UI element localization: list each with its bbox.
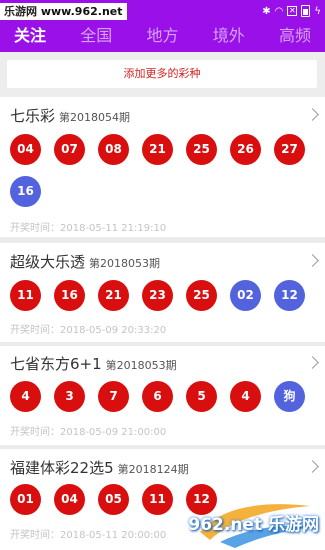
lottery-ball: 16 — [10, 176, 41, 207]
system-icons: ✱ ◠ ✕ ϟ — [262, 3, 321, 19]
lottery-ball: 01 — [10, 484, 41, 515]
lottery-card[interactable]: 超级大乐透 第2018053期 11 16 21 23 25 02 12 开奖时间：2018-… — [0, 243, 325, 342]
lottery-ball: 11 — [10, 280, 41, 311]
chevron-right-icon — [306, 254, 319, 267]
category-tab-bar: 关注 全国 地方 境外 高频 — [0, 22, 325, 52]
sim-icon: ✕ — [287, 6, 298, 16]
add-lottery-button[interactable]: 添加更多的彩种 — [7, 60, 317, 88]
draw-time: 开奖时间：2018-05-09 21:00:00 — [10, 427, 167, 438]
chevron-right-icon — [306, 108, 319, 121]
lottery-name: 七省东方6+1 第2018053期 — [10, 353, 177, 374]
wifi-icon: ◠ — [274, 5, 284, 17]
lottery-ball: 12 — [274, 280, 305, 311]
lottery-name: 七乐彩 第2018054期 — [10, 105, 130, 126]
site-logo-watermark: 962.net 乐游网 — [180, 492, 325, 550]
lottery-ball: 27 — [274, 134, 305, 165]
bluetooth-icon: ✱ — [262, 5, 271, 17]
draw-time: 开奖时间：2018-05-11 21:19:10 — [10, 223, 167, 234]
lottery-title: 七省东方6+1 — [10, 355, 102, 373]
tab-follow[interactable]: 关注 — [14, 22, 46, 52]
chevron-right-icon — [306, 460, 319, 473]
ball-row: 04 07 08 21 25 26 27 16 — [10, 134, 320, 207]
lottery-issue: 第2018053期 — [105, 359, 177, 372]
lottery-ball: 狗 — [274, 381, 305, 412]
lottery-ball: 25 — [186, 280, 217, 311]
lottery-ball: 05 — [98, 484, 129, 515]
tab-national[interactable]: 全国 — [80, 22, 112, 52]
lottery-name: 福建体彩22选5 第2018124期 — [10, 457, 189, 478]
lottery-issue: 第2018124期 — [117, 463, 189, 476]
draw-time: 开奖时间：2018-05-09 20:33:20 — [10, 325, 167, 336]
tab-overseas[interactable]: 境外 — [213, 22, 245, 52]
lottery-card[interactable]: 七乐彩 第2018054期 04 07 08 21 25 26 27 16 开奖时间：2018-… — [0, 97, 325, 237]
logo-text: 962.net 乐游网 — [188, 515, 319, 535]
add-lottery-section: 添加更多的彩种 — [0, 52, 325, 97]
lottery-ball: 21 — [142, 134, 173, 165]
lottery-ball: 21 — [98, 280, 129, 311]
ball-row: 11 16 21 23 25 02 12 — [10, 280, 320, 311]
lottery-name: 超级大乐透 第2018053期 — [10, 251, 160, 272]
lottery-ball: 6 — [142, 381, 173, 412]
ball-row: 437654狗 — [10, 381, 320, 412]
charging-icon: ϟ — [314, 5, 321, 17]
lottery-card[interactable]: 七省东方6+1 第2018053期 437654狗 开奖时间：2018-05-09… — [0, 346, 325, 445]
lottery-issue: 第2018054期 — [59, 111, 131, 124]
lottery-ball: 25 — [186, 134, 217, 165]
lottery-ball: 04 — [10, 134, 41, 165]
lottery-title: 福建体彩22选5 — [10, 459, 114, 477]
lottery-ball: 3 — [54, 381, 85, 412]
lottery-title: 超级大乐透 — [10, 253, 86, 271]
lottery-ball: 02 — [230, 280, 261, 311]
lottery-ball: 23 — [142, 280, 173, 311]
status-bar: 乐游网 www.962.net ✱ ◠ ✕ ϟ — [0, 0, 325, 22]
lottery-ball: 16 — [54, 280, 85, 311]
lottery-issue: 第2018053期 — [89, 257, 161, 270]
lottery-ball: 5 — [186, 381, 217, 412]
lottery-ball: 26 — [230, 134, 261, 165]
lottery-title: 七乐彩 — [10, 107, 56, 125]
lottery-ball: 08 — [98, 134, 129, 165]
lottery-ball: 04 — [54, 484, 85, 515]
site-watermark: 乐游网 www.962.net — [0, 3, 127, 20]
chevron-right-icon — [306, 356, 319, 369]
watermark-brand: 乐游网 — [4, 5, 37, 18]
watermark-site: www.962.net — [40, 5, 123, 18]
lottery-ball: 11 — [142, 484, 173, 515]
lottery-ball: 07 — [54, 134, 85, 165]
lottery-ball: 7 — [98, 381, 129, 412]
battery-icon — [301, 5, 311, 17]
draw-time: 开奖时间：2018-05-11 20:00:00 — [10, 530, 167, 541]
tab-high-frequency[interactable]: 高频 — [279, 22, 311, 52]
tab-local[interactable]: 地方 — [146, 22, 178, 52]
lottery-ball: 4 — [10, 381, 41, 412]
lottery-ball: 4 — [230, 381, 261, 412]
